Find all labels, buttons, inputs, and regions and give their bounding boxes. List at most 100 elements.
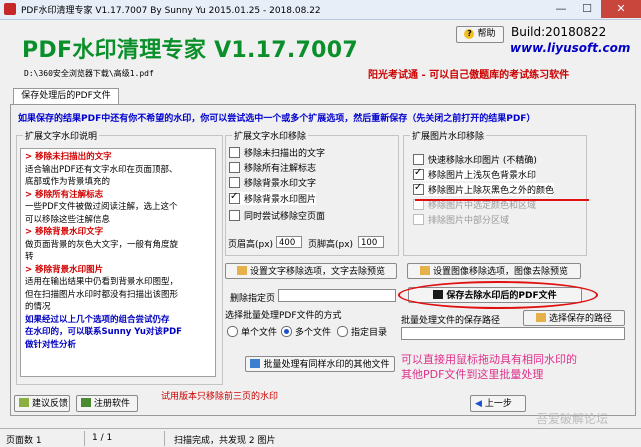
delete-pages-label: 删除指定页: [230, 294, 276, 304]
trial-notice: 试用版本只移除前三页的水印: [161, 392, 279, 402]
slogan-link[interactable]: 阳光考试通 - 可以自己傲题库的考试练习软件: [368, 66, 569, 81]
set-text-options-button[interactable]: 设置文字移除选项，文字去除预览: [225, 263, 397, 279]
maximize-button[interactable]: ☐: [574, 0, 600, 18]
help-button[interactable]: ? 帮助: [456, 26, 504, 43]
text-option-checkbox[interactable]: 移除未扫描出的文字: [229, 146, 325, 159]
radio-dot[interactable]: [227, 326, 238, 337]
app-icon: [4, 3, 16, 15]
checkbox-box: [413, 214, 424, 225]
batch-process-button[interactable]: 批量处理有同样水印的其他文件: [245, 356, 395, 372]
choose-path-button[interactable]: 选择保存的路径: [523, 310, 625, 326]
prev-step-button[interactable]: ◀ 上一步: [470, 395, 526, 412]
batch-mode-label: 选择批量处理PDF文件的方式: [225, 311, 342, 321]
checkbox-label: 同时尝试移除空页面: [244, 212, 326, 222]
help-label: 帮助: [477, 29, 496, 39]
header-height-input[interactable]: 400: [276, 236, 302, 248]
save-path-input[interactable]: [401, 327, 625, 340]
footer-height-input[interactable]: 100: [358, 236, 384, 248]
checkbox-box[interactable]: [413, 154, 424, 165]
delete-pages-input[interactable]: [278, 289, 396, 302]
checkbox-box[interactable]: [229, 191, 240, 204]
checkbox-label: 移除图片上除灰黑色之外的颜色: [428, 186, 555, 196]
group-label: 扩展文字水印移除: [232, 129, 309, 142]
image-option-checkbox[interactable]: 快速移除水印图片 (不精确): [413, 153, 537, 166]
feedback-button[interactable]: 建议反馈: [14, 395, 70, 412]
forum-watermark: 吾爱破解论坛: [536, 412, 609, 426]
text-option-checkbox[interactable]: 移除背景水印图片: [229, 191, 317, 205]
text-watermark-removal-group: 扩展文字水印移除 移除未扫描出的文字移除所有注解标志移除背景水印文字移除背景水印…: [225, 129, 399, 256]
scan-status: 扫描完成，共发现 2 图片: [174, 436, 276, 446]
radio-dot[interactable]: [337, 326, 348, 337]
desc-line: 做针对性分析: [25, 339, 77, 350]
question-icon: ?: [464, 29, 475, 39]
text-option-checkbox[interactable]: 移除所有注解标志: [229, 161, 316, 174]
desc-line: 如果经过以上几个选项的组合尝试仍存: [25, 314, 170, 325]
desc-line: 转: [25, 252, 34, 262]
desc-textbox[interactable]: > 移除未扫描出的文字 适合输出PDF还有文字水印在页面顶部、 底部或作为背景填充…: [20, 148, 216, 377]
checkbox-box[interactable]: [413, 182, 424, 195]
page-count: 页面数 1: [6, 436, 42, 446]
key-icon: [81, 398, 91, 407]
desc-line: 在水印的，可以联系Sunny Yu对该PDF: [25, 327, 182, 337]
window-title: PDF水印清理专家 V1.17.7007 By Sunny Yu 2015.01…: [21, 6, 321, 16]
main-panel: 如果保存的结果PDF中还有你不希望的水印，你可以尝试选中一个或多个扩展选项，然后…: [10, 104, 636, 416]
text-option-checkbox[interactable]: 同时尝试移除空页面: [229, 209, 325, 222]
brush-icon: [236, 266, 247, 275]
save-path-label: 批量处理文件的保存路径: [401, 316, 501, 326]
checkbox-label: 移除背景水印图片: [244, 195, 317, 205]
drag-drop-hint-line-1: 可以直接用鼠标拖动具有相同水印的: [401, 353, 577, 366]
desc-line: 的情况: [25, 302, 51, 312]
drag-drop-hint-line-2: 其他PDF文件到这里批量处理: [401, 368, 544, 381]
choose-path-label: 选择保存的路径: [548, 314, 612, 324]
checkbox-box[interactable]: [229, 177, 240, 188]
checkbox-box[interactable]: [229, 162, 240, 173]
close-button[interactable]: ✕: [601, 0, 641, 18]
batch-mode-radio[interactable]: 指定目录: [337, 325, 387, 338]
title-bar: PDF水印清理专家 V1.17.7007 By Sunny Yu 2015.01…: [0, 0, 641, 20]
radio-label: 指定目录: [351, 328, 388, 338]
checkbox-label: 移除所有注解标志: [244, 164, 317, 174]
brush-icon: [419, 266, 430, 275]
desc-line: 适用在输出结果中仍看到背景水印图型，: [25, 277, 179, 287]
checkbox-box[interactable]: [229, 147, 240, 158]
batch-mode-radio[interactable]: 单个文件: [227, 325, 277, 338]
group-label: 扩展图片水印移除: [410, 129, 487, 142]
checkbox-label: 快速移除水印图片 (不精确): [428, 156, 537, 166]
group-label: 扩展文字水印说明: [23, 129, 100, 142]
page-index: 1 / 1: [92, 433, 113, 443]
red-ellipse-annotation: [398, 281, 598, 309]
set-image-options-label: 设置图像移除选项，图像去除预览: [432, 267, 568, 277]
register-label: 注册软件: [94, 399, 131, 409]
checkbox-label: 排除图片中部分区域: [428, 216, 510, 226]
minimize-button[interactable]: —: [548, 0, 574, 18]
status-divider: [164, 431, 165, 446]
desc-line: 做页面背景的灰色大文字，一般有角度旋: [25, 239, 179, 250]
tab-save-pdf[interactable]: 保存处理后的PDF文件: [13, 88, 119, 104]
image-option-checkbox: 排除图片中部分区域: [413, 213, 509, 226]
footer-height-label: 页脚高(px): [308, 240, 354, 250]
status-bar: 页面数 1 1 / 1 扫描完成，共发现 2 图片: [0, 428, 641, 447]
checkbox-box[interactable]: [229, 210, 240, 221]
desc-line: 但在扫描图片水印时都没有扫描出该图形: [25, 289, 179, 300]
register-button[interactable]: 注册软件: [76, 395, 138, 412]
checkbox-box[interactable]: [413, 167, 424, 180]
radio-label: 多个文件: [295, 328, 332, 338]
text-watermark-desc-group: 扩展文字水印说明 > 移除未扫描出的文字 适合输出PDF还有文字水印在页面顶部、…: [16, 129, 223, 385]
build-number: Build:20180822: [511, 25, 607, 39]
image-option-checkbox[interactable]: 移除图片上浅灰色背景水印: [413, 167, 537, 181]
batch-mode-radio[interactable]: 多个文件: [281, 325, 331, 338]
text-option-checkbox[interactable]: 移除背景水印文字: [229, 176, 316, 189]
arrow-left-icon: ◀: [475, 399, 482, 409]
set-image-options-button[interactable]: 设置图像移除选项，图像去除预览: [407, 263, 581, 279]
desc-line: 底部或作为背景填充的: [25, 177, 111, 187]
website-link[interactable]: www.liyusoft.com: [510, 41, 630, 55]
desc-line: > 移除背景水印图片: [25, 264, 104, 275]
feedback-icon: [19, 398, 29, 407]
set-text-options-label: 设置文字移除选项，文字去除预览: [249, 267, 385, 277]
desc-line: 一些PDF文件被做过阅读注解，选上这个: [25, 202, 178, 212]
desc-line: > 移除未扫描出的文字: [25, 152, 112, 162]
batch-process-label: 批量处理有同样水印的其他文件: [263, 360, 390, 370]
image-option-checkbox[interactable]: 移除图片上除灰黑色之外的颜色: [413, 182, 555, 196]
radio-dot[interactable]: [281, 326, 292, 337]
desc-line: 可以移除这些注解信息: [25, 214, 111, 225]
